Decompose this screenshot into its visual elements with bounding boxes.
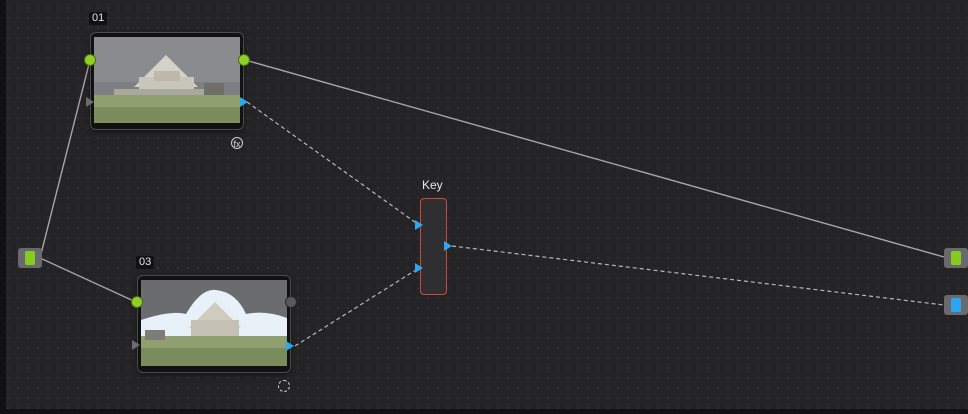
- node-01-key-input[interactable]: [86, 97, 94, 107]
- node-03-key-input[interactable]: [132, 340, 140, 350]
- shrine-thumbnail-image: [94, 37, 240, 123]
- node-03-thumbnail: [141, 280, 287, 366]
- node-03[interactable]: [138, 276, 290, 372]
- node-01-rgb-output[interactable]: [239, 55, 249, 65]
- key-node-input-2[interactable]: [415, 263, 423, 273]
- key-node-label: Key: [422, 178, 443, 192]
- node-01[interactable]: [91, 33, 243, 129]
- node-03-rgb-output[interactable]: [286, 297, 296, 307]
- dashed-circle-icon: [278, 380, 290, 392]
- node-01-key-output[interactable]: [240, 97, 248, 107]
- key-node-input-1[interactable]: [415, 220, 423, 230]
- key-mixer-node[interactable]: [420, 198, 447, 295]
- output-rgb-input-icon: [951, 251, 961, 265]
- node-01-label: 01: [89, 12, 108, 25]
- link-source-to-01: [39, 59, 91, 259]
- key-node-output[interactable]: [444, 241, 452, 251]
- node-01-rgb-input[interactable]: [85, 55, 95, 65]
- link-01-to-output-rgb: [244, 59, 945, 258]
- node-01-thumbnail: [94, 37, 240, 123]
- output-rgb-node[interactable]: [944, 248, 968, 268]
- output-alpha-input-icon: [951, 298, 961, 312]
- link-key-to-output-alpha: [451, 245, 945, 306]
- node-03-key-output[interactable]: [286, 341, 294, 351]
- node-03-label: 03: [136, 256, 155, 269]
- fx-icon: fx: [231, 137, 243, 149]
- source-rgb-output-icon: [25, 251, 35, 265]
- link-01-key-to-key: [246, 101, 420, 226]
- link-source-to-03: [39, 257, 137, 303]
- shrine-keyed-thumbnail-image: [141, 280, 287, 366]
- link-03-key-to-key: [294, 267, 420, 347]
- node-graph-canvas[interactable]: 01 fx 03 Key: [0, 0, 968, 414]
- output-alpha-node[interactable]: [944, 295, 968, 315]
- node-03-rgb-input[interactable]: [132, 297, 142, 307]
- source-input-node[interactable]: [18, 248, 42, 268]
